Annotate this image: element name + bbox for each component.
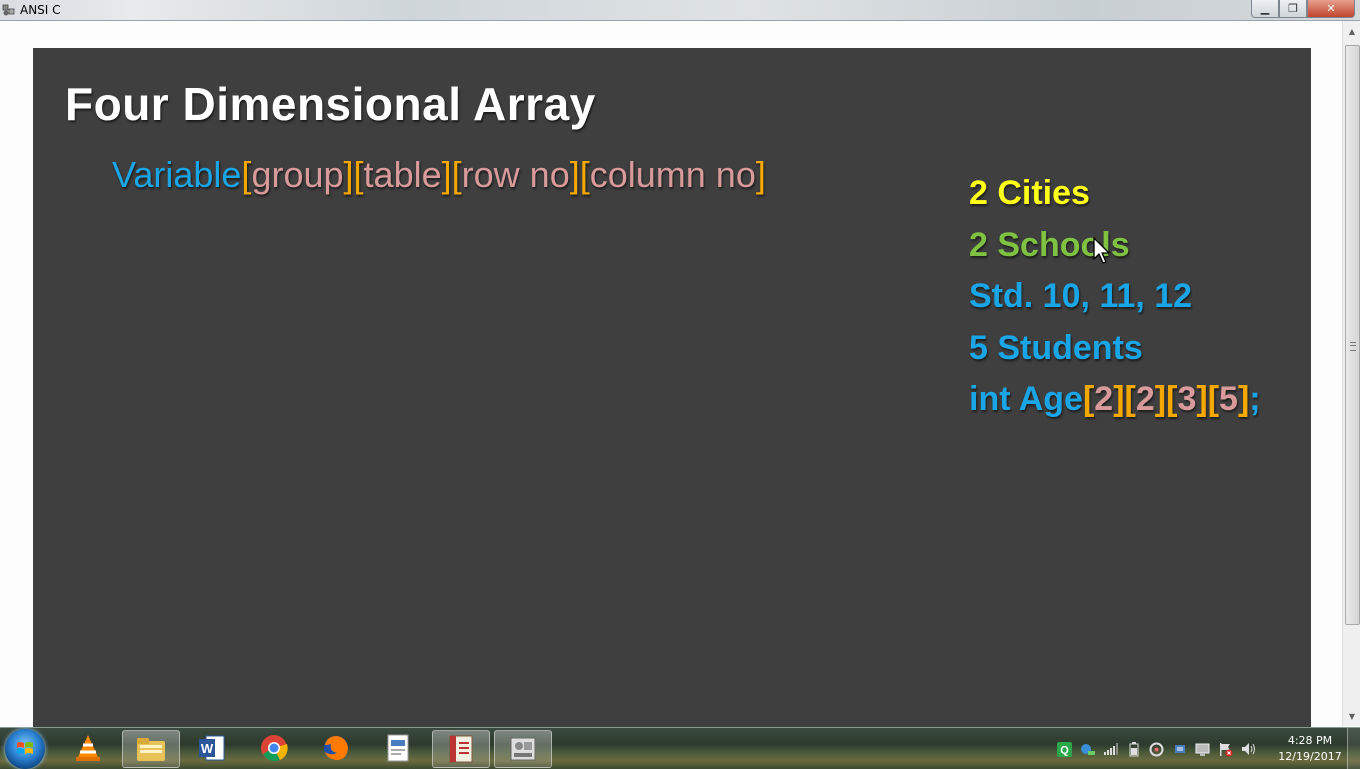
decl-bracket-open: [ — [1082, 380, 1095, 418]
syntax-dim-table: table — [363, 154, 442, 195]
close-button[interactable]: ✕ — [1307, 0, 1355, 18]
taskbar-firefox[interactable] — [308, 730, 364, 766]
svg-text:W: W — [201, 741, 214, 756]
decl-semicolon: ; — [1249, 380, 1261, 418]
system-tray: Q — [1056, 738, 1257, 760]
restore-icon: ❐ — [1288, 2, 1298, 15]
syntax-bracket-open: [ — [353, 154, 364, 195]
document-icon — [387, 734, 409, 762]
taskbar-document[interactable] — [370, 730, 426, 766]
info-schools: 2 Schools — [969, 225, 1130, 264]
info-students: 5 Students — [969, 328, 1143, 367]
decl-prefix: int Age — [969, 380, 1083, 418]
svg-text:Q: Q — [1060, 744, 1069, 756]
syntax-bracket-open: [ — [241, 154, 252, 195]
taskbar-word[interactable]: W — [184, 730, 240, 766]
decl-bracket-open: [ — [1207, 380, 1220, 418]
flag-icon[interactable] — [1217, 741, 1234, 758]
battery-icon[interactable] — [1125, 741, 1142, 758]
sync-icon[interactable] — [1148, 741, 1165, 758]
volume-icon[interactable] — [1240, 741, 1257, 758]
info-declaration: int Age[2][2][3][5]; — [969, 374, 1261, 426]
syntax-bracket-close: ] — [569, 154, 580, 195]
syntax-bracket-close: ] — [755, 154, 766, 195]
taskbar-vlc[interactable] — [60, 730, 116, 766]
decl-bracket-close: ] — [1237, 380, 1250, 418]
decl-bracket-open: [ — [1166, 380, 1178, 418]
syntax-variable: Variable — [112, 154, 242, 195]
array-syntax: Variable[group][table][row no][column no… — [112, 154, 766, 196]
syntax-bracket-open: [ — [451, 154, 462, 195]
scroll-up-arrow-icon[interactable]: ▲ — [1343, 23, 1360, 39]
close-icon: ✕ — [1326, 2, 1336, 15]
taskbar-tally[interactable] — [432, 730, 490, 768]
qtranslate-icon[interactable]: Q — [1056, 741, 1073, 758]
vertical-scrollbar[interactable]: ▲ ▼ — [1342, 21, 1360, 726]
taskbar-chrome[interactable] — [246, 730, 302, 766]
decl-bracket-close: ] — [1154, 380, 1167, 418]
example-info: 2 Cities 2 Schools Std. 10, 11, 12 5 Stu… — [969, 168, 1261, 426]
word-icon: W — [199, 735, 225, 761]
taskbar: W Q 4:28 PM 12/19/2017 — [0, 727, 1360, 769]
network-share-icon[interactable] — [1079, 741, 1096, 758]
syntax-bracket-close: ] — [343, 154, 354, 195]
window-title: ANSI C — [20, 3, 61, 17]
file-explorer-icon — [137, 738, 165, 761]
decl-value-cities: 2 — [1094, 380, 1114, 418]
decl-bracket-close: ] — [1196, 380, 1208, 418]
decl-value-schools: 2 — [1135, 380, 1155, 418]
windows-logo-icon — [17, 742, 33, 754]
syntax-dim-column: column no — [589, 154, 756, 195]
scrollbar-grip-icon — [1350, 342, 1356, 351]
window-title-bar: ANSI C ▁ ❐ ✕ — [0, 0, 1360, 21]
presentation-app-icon — [510, 737, 536, 761]
decl-value-students: 5 — [1219, 380, 1238, 418]
syntax-dim-row: row no — [461, 154, 570, 195]
taskbar-presentation-app[interactable] — [494, 730, 552, 768]
taskbar-clock[interactable]: 4:28 PM 12/19/2017 — [1276, 733, 1344, 765]
info-std: Std. 10, 11, 12 — [969, 277, 1193, 315]
clock-time: 4:28 PM — [1287, 734, 1333, 747]
syntax-dim-group: group — [251, 154, 344, 195]
chrome-icon — [261, 735, 288, 762]
info-cities: 2 Cities — [969, 174, 1090, 212]
decl-bracket-open: [ — [1124, 380, 1136, 418]
tally-erp-icon — [449, 735, 473, 763]
syntax-bracket-open: [ — [579, 154, 590, 195]
slide-title: Four Dimensional Array — [65, 78, 596, 130]
slide: Four Dimensional Array Variable[group][t… — [33, 48, 1311, 747]
syntax-bracket-close: ] — [441, 154, 452, 195]
clock-date: 12/19/2017 — [1278, 750, 1342, 763]
scroll-down-arrow-icon[interactable]: ▼ — [1343, 708, 1360, 724]
minimize-button[interactable]: ▁ — [1251, 0, 1279, 18]
scrollbar-thumb[interactable] — [1345, 45, 1360, 625]
monitor-icon[interactable] — [1194, 741, 1211, 758]
decl-value-std: 3 — [1177, 380, 1197, 418]
app-icon — [2, 4, 15, 16]
window-controls: ▁ ❐ ✕ — [1251, 0, 1355, 18]
firefox-icon — [324, 736, 348, 760]
show-desktop-button[interactable] — [1347, 728, 1360, 769]
decl-bracket-close: ] — [1113, 380, 1125, 418]
usb-icon[interactable] — [1171, 741, 1188, 758]
vlc-icon — [76, 735, 100, 761]
taskbar-file-explorer[interactable] — [122, 730, 180, 768]
signal-icon[interactable] — [1102, 741, 1119, 758]
viewer-area: Four Dimensional Array Variable[group][t… — [0, 21, 1342, 747]
mouse-pointer-icon — [1093, 237, 1110, 264]
minimize-icon: ▁ — [1260, 2, 1270, 15]
start-button[interactable] — [5, 729, 45, 769]
restore-button[interactable]: ❐ — [1279, 0, 1307, 18]
